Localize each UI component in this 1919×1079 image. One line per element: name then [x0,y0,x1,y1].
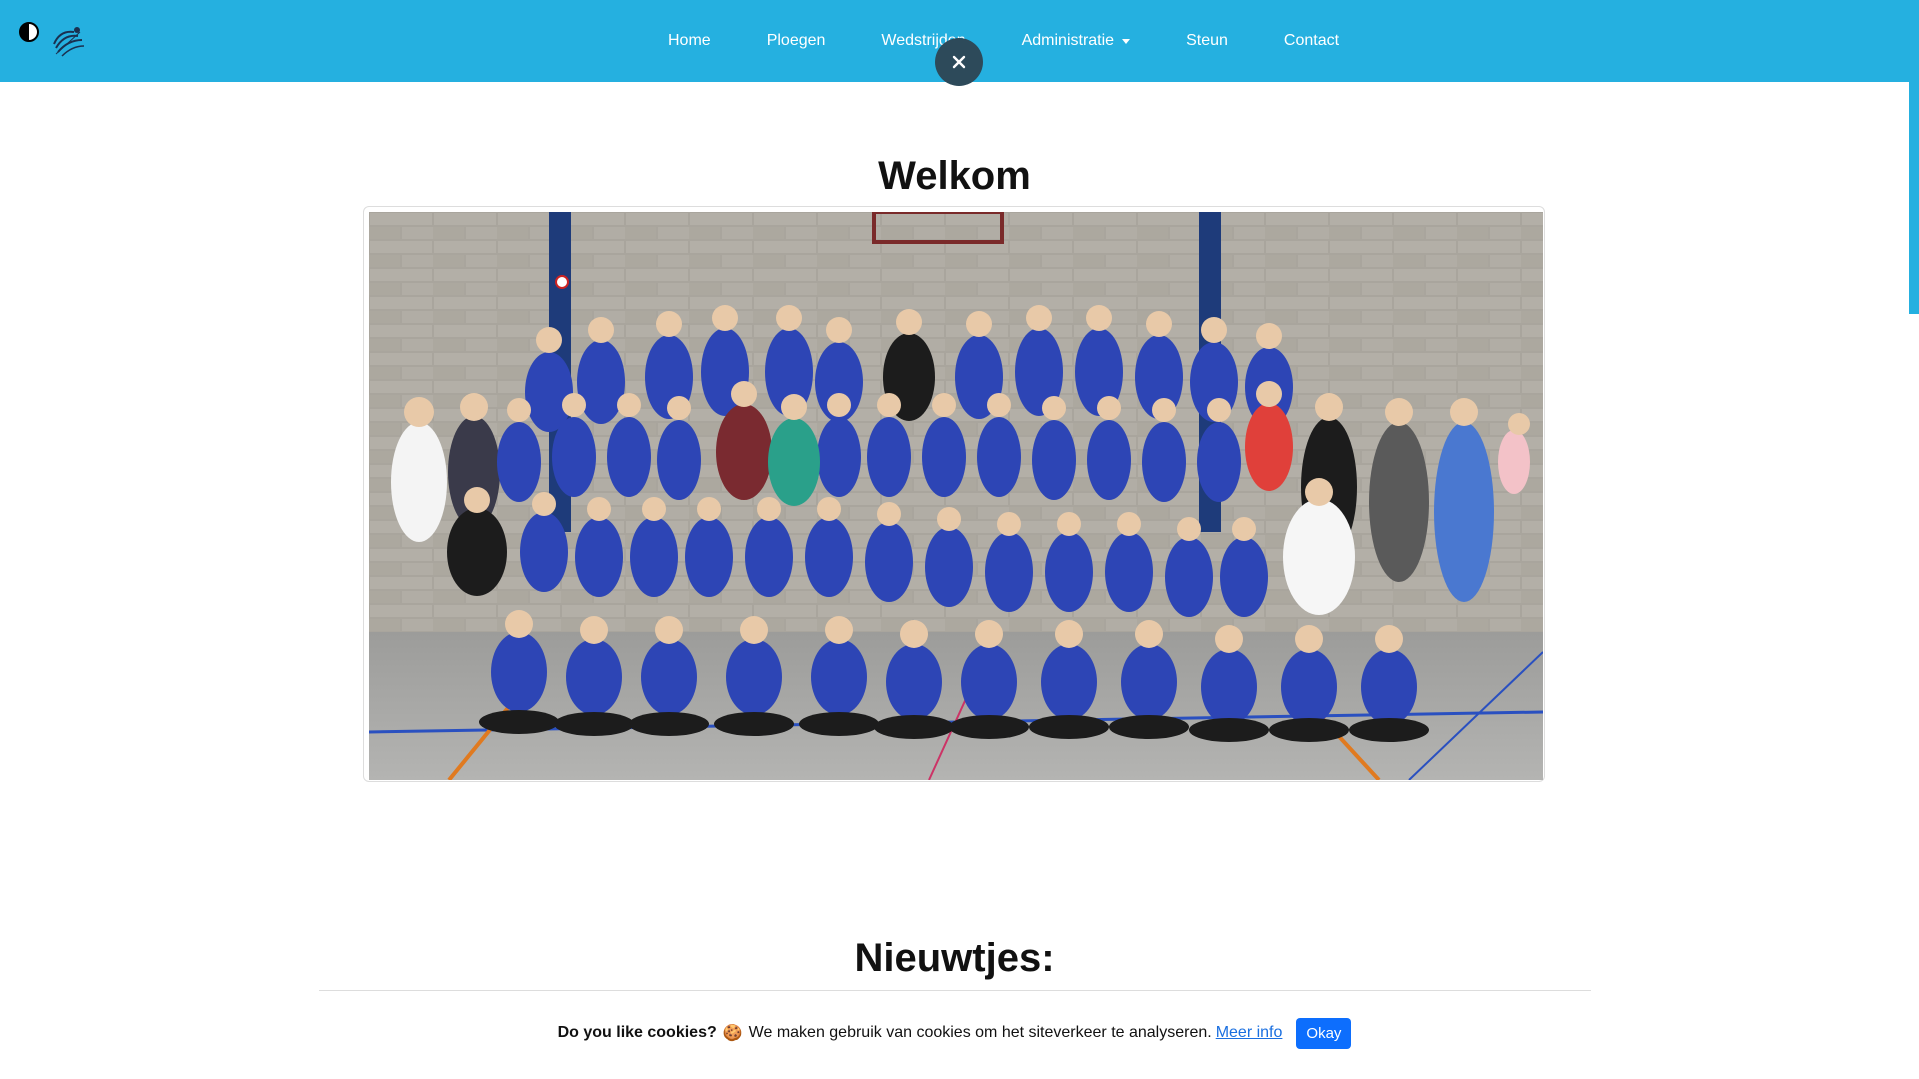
nav-steun[interactable]: Steun [1158,0,1256,82]
nav-administratie-label: Administratie [1021,32,1115,49]
contrast-toggle-icon[interactable] [18,21,40,43]
cookie-message: We maken gebruik van cookies om het site… [748,1024,1212,1041]
page-title: Welkom [878,154,1031,198]
team-photo [369,212,1543,780]
scrollbar-thumb[interactable] [1909,82,1919,314]
close-button[interactable] [935,38,983,86]
cookie-emoji-icon: 🍪 [722,1025,743,1042]
cookie-title: Do you like cookies? [557,1024,717,1041]
nav-ploegen[interactable]: Ploegen [739,0,854,82]
nav-home[interactable]: Home [640,0,739,82]
news-section-title: Nieuwtjes: [854,936,1055,980]
cookie-more-info-link[interactable]: Meer info [1216,1024,1283,1042]
team-photo-illustration [369,212,1543,780]
club-logo-icon[interactable] [50,24,88,60]
nav-administratie[interactable]: Administratie [994,0,1158,82]
team-photo-frame [363,206,1545,782]
cookie-consent-bar: Do you like cookies? 🍪 We maken gebruik … [0,1016,1909,1050]
caret-down-icon [1122,38,1131,44]
nav-contact[interactable]: Contact [1256,0,1367,82]
cookie-okay-button[interactable]: Okay [1296,1017,1352,1049]
section-divider [319,990,1591,991]
close-icon [952,55,966,69]
main-nav: Home Ploegen Wedstrijden Administratie S… [640,0,1367,82]
